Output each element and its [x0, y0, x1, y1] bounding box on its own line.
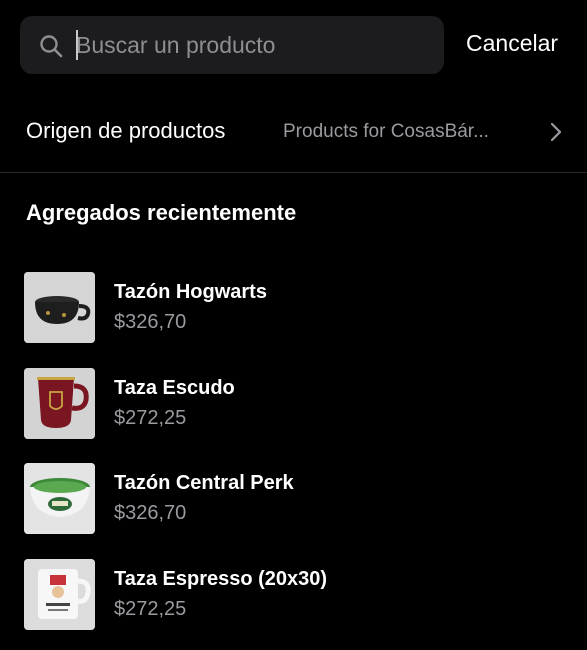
search-icon — [38, 33, 64, 59]
product-thumbnail — [24, 272, 95, 343]
search-bar: Cancelar — [20, 16, 575, 74]
product-thumbnail — [24, 559, 95, 630]
section-title: Agregados recientemente — [26, 200, 296, 226]
product-name: Tazón Central Perk — [114, 472, 294, 495]
chevron-right-icon — [550, 122, 562, 142]
product-item[interactable]: Tazón Hogwarts $326,70 — [0, 268, 587, 364]
product-list: Tazón Hogwarts $326,70 Taza Escudo $272,… — [0, 268, 587, 650]
product-price: $272,25 — [114, 407, 186, 430]
espresso-mug-image — [24, 559, 95, 630]
cancel-button[interactable]: Cancelar — [466, 30, 558, 57]
origin-label: Origen de productos — [26, 118, 225, 144]
product-item[interactable]: Taza Espresso (20x30) $272,25 — [0, 555, 587, 650]
product-price: $326,70 — [114, 502, 186, 525]
product-name: Tazón Hogwarts — [114, 281, 267, 304]
search-input[interactable] — [76, 26, 436, 64]
product-origin-row[interactable]: Origen de productos Products for CosasBá… — [0, 100, 587, 166]
search-field-container[interactable] — [20, 16, 444, 74]
product-item[interactable]: Taza Escudo $272,25 — [0, 364, 587, 460]
product-price: $272,25 — [114, 598, 186, 621]
red-crest-mug-image — [24, 368, 95, 439]
product-name: Taza Espresso (20x30) — [114, 568, 327, 591]
origin-value: Products for CosasBár... — [283, 121, 489, 143]
central-perk-mug-image — [24, 463, 95, 534]
product-item[interactable]: Tazón Central Perk $326,70 — [0, 459, 587, 555]
product-name: Taza Escudo — [114, 377, 235, 400]
product-thumbnail — [24, 368, 95, 439]
product-price: $326,70 — [114, 311, 186, 334]
product-thumbnail — [24, 463, 95, 534]
black-cauldron-mug-image — [24, 272, 95, 343]
text-cursor — [76, 30, 78, 60]
divider — [0, 172, 587, 173]
